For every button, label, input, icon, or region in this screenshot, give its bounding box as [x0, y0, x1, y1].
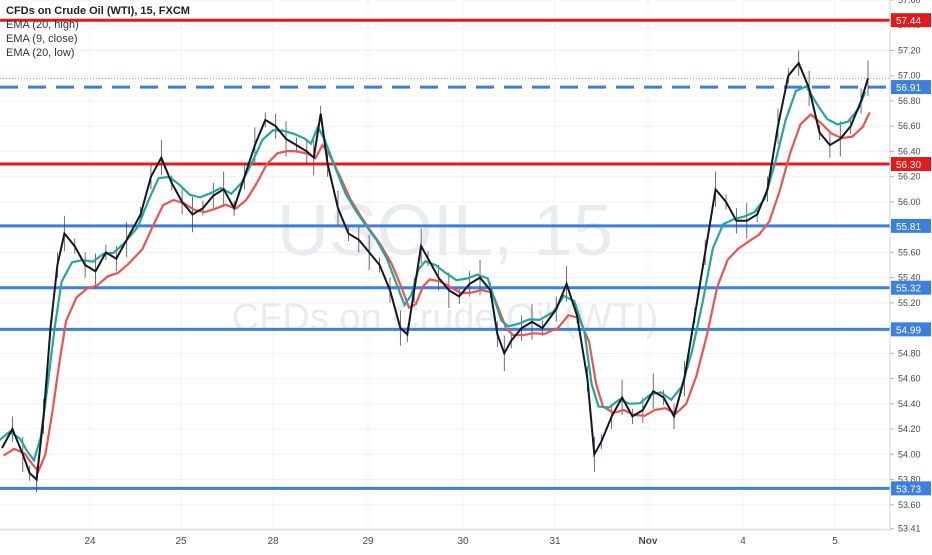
x-tick-label: 25: [175, 536, 187, 547]
y-tick-label: 57.20: [898, 45, 921, 55]
level-price-label: 53.73: [896, 484, 921, 495]
chart-container[interactable]: USOIL, 15 CFDs on Crude Oil (WTI) 53.41 5…: [0, 0, 932, 550]
x-tick-label: 31: [549, 536, 561, 547]
y-tick-label: 55.20: [898, 298, 921, 308]
x-tick-label: 5: [832, 536, 838, 547]
level-price-label: 57.44: [896, 16, 921, 27]
series-line-ema-20-low: [3, 111, 871, 474]
level-price-label: 54.99: [896, 325, 921, 336]
x-tick-label: 24: [84, 536, 96, 547]
watermark-symbol: USOIL, 15: [277, 191, 613, 271]
y-tick-label: 56.20: [898, 172, 921, 182]
y-tick-label: 56.00: [898, 197, 921, 207]
y-tick-label: 54.40: [898, 399, 921, 409]
x-tick-label: 4: [740, 536, 746, 547]
y-tick-label: 53.60: [898, 500, 921, 510]
x-tick-label: Nov: [639, 536, 658, 547]
y-tick-label: 56.40: [898, 146, 921, 156]
y-tick-label: 53.41: [898, 524, 921, 534]
legend: CFDs on Crude Oil (WTI), 15, FXCM EMA (2…: [6, 4, 190, 60]
y-tick-label: 54.80: [898, 348, 921, 358]
watermark-name: CFDs on Crude Oil (WTI): [232, 297, 658, 339]
series-layer: [0, 50, 871, 493]
y-tick-label: 54.60: [898, 374, 921, 384]
y-tick-label: 57.60: [898, 0, 921, 5]
y-tick-label: 54.20: [898, 424, 921, 434]
level-price-label: 55.81: [896, 222, 921, 233]
chart-title: CFDs on Crude Oil (WTI), 15, FXCM: [6, 5, 190, 17]
legend-ema-high: EMA (20, high): [6, 19, 79, 31]
x-tick-label: 30: [457, 536, 469, 547]
price-chart[interactable]: USOIL, 15 CFDs on Crude Oil (WTI) 53.415…: [0, 0, 932, 550]
y-tick-label: 56.60: [898, 121, 921, 131]
axis-layer: 53.4153.6053.8054.0054.2054.4054.6054.80…: [0, 0, 932, 550]
level-price-label: 56.91: [896, 83, 921, 94]
x-tick-label: 28: [267, 536, 279, 547]
y-tick-label: 55.60: [898, 247, 921, 257]
legend-ema-low: EMA (20, low): [6, 47, 75, 59]
level-price-label: 56.30: [896, 160, 921, 171]
legend-ema-close: EMA (9, close): [6, 33, 78, 45]
x-tick-label: 29: [362, 536, 374, 547]
y-tick-label: 57.00: [898, 71, 921, 81]
y-tick-label: 56.80: [898, 96, 921, 106]
y-tick-label: 54.00: [898, 449, 921, 459]
series-line-price: [1, 61, 869, 482]
level-price-label: 55.32: [896, 284, 921, 295]
